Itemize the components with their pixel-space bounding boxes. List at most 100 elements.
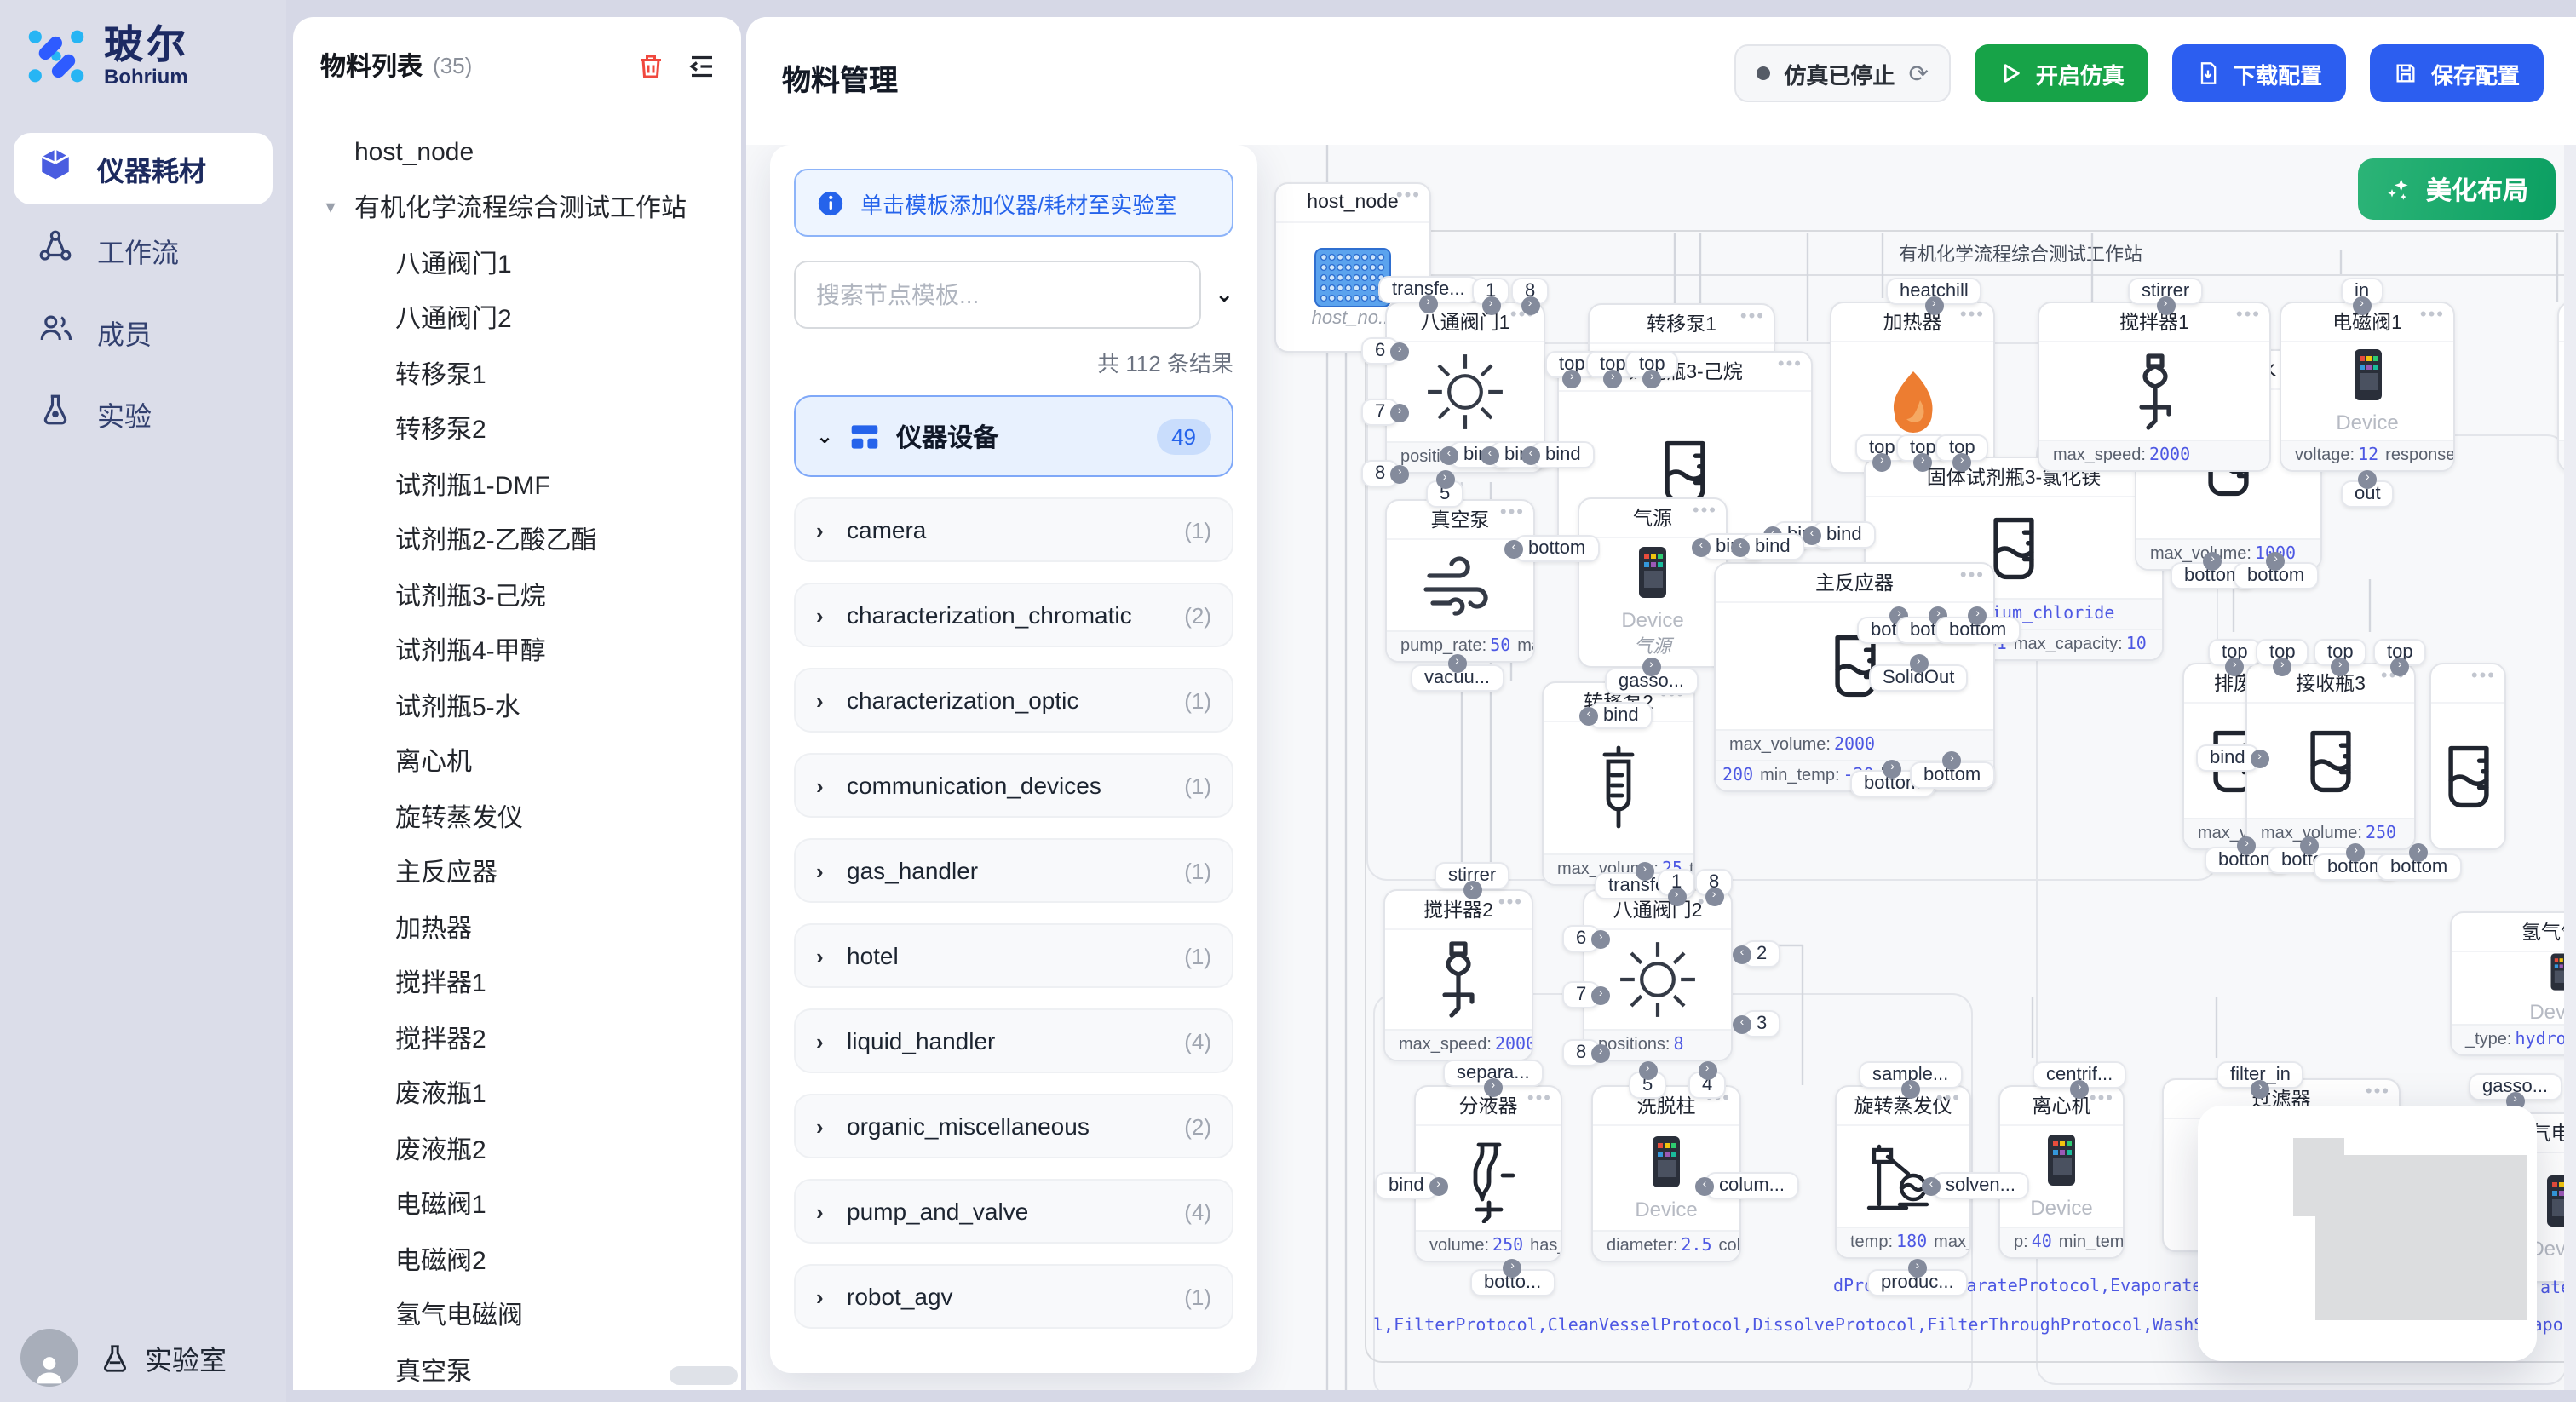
port-chip-8[interactable]: 8›	[1511, 278, 1549, 305]
sim-status-pill[interactable]: 仿真已停止 ⟳	[1734, 44, 1951, 102]
port-chip-bind[interactable]: bind‹	[1532, 441, 1595, 468]
tree-item-废液瓶2[interactable]: 废液瓶2	[293, 1121, 741, 1176]
port-handle-icon[interactable]: ›	[1698, 1061, 1716, 1080]
port-handle-icon[interactable]: ›	[1667, 888, 1686, 906]
port-chip-3[interactable]: 3‹	[1743, 1010, 1780, 1037]
port-handle-icon[interactable]: ›	[2267, 552, 2286, 571]
port-chip-8[interactable]: 8›	[1695, 869, 1733, 896]
port-handle-icon[interactable]: ‹	[1922, 1176, 1941, 1195]
port-chip-2[interactable]: 2‹	[1743, 940, 1780, 968]
port-chip-colum...[interactable]: colum...‹	[1705, 1172, 1798, 1199]
port-handle-icon[interactable]: ‹	[1579, 706, 1598, 725]
template-group-hotel[interactable]: ›hotel(1)	[794, 923, 1233, 988]
port-handle-icon[interactable]: ‹	[1695, 1176, 1714, 1195]
canvas-node-搅拌器1[interactable]: 搅拌器1•••max_speed:2000	[2038, 302, 2271, 472]
port-handle-icon[interactable]: ‹	[1692, 537, 1711, 556]
canvas-node-分液器[interactable]: 分液器•••volume:250has_phases:true	[1414, 1085, 1562, 1262]
tree-item-主反应器[interactable]: 主反应器	[293, 844, 741, 899]
port-handle-icon[interactable]: ‹	[1440, 445, 1458, 464]
materials-scrollbar-thumb[interactable]	[670, 1366, 738, 1385]
port-chip-bottom[interactable]: bottom‹	[1515, 535, 1599, 562]
port-handle-icon[interactable]: ›	[2204, 552, 2222, 571]
port-chip-top[interactable]: top›	[2314, 639, 2367, 666]
port-chip-bind[interactable]: bind›	[1375, 1172, 1438, 1199]
port-handle-icon[interactable]: ›	[1638, 1061, 1657, 1080]
port-chip-6[interactable]: 6›	[1562, 925, 1600, 952]
port-handle-icon[interactable]: ›	[2410, 843, 2429, 862]
tree-item-加热器[interactable]: 加热器	[293, 899, 741, 955]
template-group-characterization_chromatic[interactable]: ›characterization_chromatic(2)	[794, 583, 1233, 647]
port-handle-icon[interactable]: ›	[1636, 862, 1654, 881]
node-menu-icon[interactable]: •••	[1960, 305, 1985, 325]
template-group-characterization_optic[interactable]: ›characterization_optic(1)	[794, 668, 1233, 733]
port-chip-in[interactable]: in›	[2341, 278, 2383, 305]
node-menu-icon[interactable]: •••	[2090, 1089, 2114, 1109]
port-chip-top[interactable]: top›	[2256, 639, 2309, 666]
port-handle-icon[interactable]: ‹	[1731, 537, 1750, 556]
tree-item-旋转蒸发仪[interactable]: 旋转蒸发仪	[293, 789, 741, 844]
chevron-down-icon[interactable]: ▾	[313, 197, 348, 219]
port-chip-SolidOut[interactable]: SolidOut›	[1869, 664, 1968, 692]
template-group-robot_agv[interactable]: ›robot_agv(1)	[794, 1264, 1233, 1329]
port-handle-icon[interactable]: ›	[1901, 1080, 1920, 1099]
port-handle-icon[interactable]: ›	[1521, 296, 1539, 315]
tree-item-离心机[interactable]: 离心机	[293, 733, 741, 789]
port-handle-icon[interactable]: ›	[1969, 606, 1987, 625]
node-menu-icon[interactable]: •••	[1500, 503, 1525, 523]
port-chip-bind[interactable]: bind‹	[1741, 533, 1804, 560]
port-chip-8[interactable]: 8›	[1562, 1039, 1600, 1066]
node-menu-icon[interactable]: •••	[2366, 1082, 2390, 1102]
node-menu-icon[interactable]: •••	[1740, 307, 1765, 327]
port-handle-icon[interactable]: ›	[1642, 658, 1661, 676]
tree-item-搅拌器2[interactable]: 搅拌器2	[293, 1010, 741, 1066]
port-handle-icon[interactable]: ‹	[1481, 445, 1499, 464]
port-chip-out[interactable]: out›	[2341, 480, 2395, 508]
port-handle-icon[interactable]: ›	[1883, 760, 1902, 779]
port-handle-icon[interactable]: ›	[1484, 1078, 1503, 1097]
port-chip-centrif...[interactable]: centrif...›	[2033, 1061, 2126, 1089]
port-handle-icon[interactable]: ›	[2353, 296, 2372, 315]
node-menu-icon[interactable]: •••	[1527, 1089, 1552, 1109]
search-input[interactable]	[794, 261, 1201, 329]
port-chip-heatchill[interactable]: heatchill›	[1886, 278, 1982, 305]
start-simulation-button[interactable]: 开启仿真	[1975, 44, 2148, 102]
tree-item-八通阀门1[interactable]: 八通阀门1	[293, 235, 741, 290]
port-chip-bottom[interactable]: bottom›	[1935, 617, 2020, 644]
port-handle-icon[interactable]: ›	[1943, 751, 1962, 770]
port-chip-gasso...[interactable]: gasso...›	[1605, 668, 1698, 695]
sidebar-item-instruments[interactable]: 仪器耗材	[14, 133, 273, 204]
sidebar-item-experiments[interactable]: 实验	[14, 378, 273, 450]
port-chip-filter_in[interactable]: filter_in›	[2217, 1061, 2304, 1089]
port-chip-4[interactable]: 4›	[1688, 1072, 1726, 1099]
template-group-pump_and_valve[interactable]: ›pump_and_valve(4)	[794, 1179, 1233, 1244]
port-chip-1[interactable]: 1›	[1472, 278, 1509, 305]
port-handle-icon[interactable]: ›	[1429, 1176, 1448, 1195]
port-chip-vacuu...[interactable]: vacuu...›	[1411, 664, 1504, 692]
tree-item-氢气电磁阀[interactable]: 氢气电磁阀	[293, 1287, 741, 1342]
port-chip-6[interactable]: 6›	[1361, 337, 1399, 365]
port-chip-top[interactable]: top›	[2373, 639, 2427, 666]
collapse-all-chevron-icon[interactable]: ⌄	[1215, 281, 1233, 308]
port-handle-icon[interactable]: ›	[1909, 654, 1928, 673]
node-menu-icon[interactable]: •••	[1498, 893, 1523, 913]
port-handle-icon[interactable]: ‹	[1521, 445, 1540, 464]
port-handle-icon[interactable]: ›	[1463, 881, 1481, 899]
canvas-node-电磁阀1[interactable]: 电磁阀1•••Devicevoltage:12response_time:0.1	[2280, 302, 2455, 472]
tree-item-host_node[interactable]: host_node	[293, 124, 741, 180]
port-handle-icon[interactable]: ›	[2070, 1080, 2089, 1099]
collapse-list-icon[interactable]	[687, 50, 717, 81]
tree-item-试剂瓶3-己烷[interactable]: 试剂瓶3-己烷	[293, 567, 741, 623]
canvas-node-八通阀门2[interactable]: 八通阀门2•••positions:8	[1583, 889, 1733, 1061]
tree-item-电磁阀2[interactable]: 电磁阀2	[293, 1232, 741, 1287]
canvas-node-氢气气源[interactable]: 氢气气源•••Device_type:hydrogenmax_pre	[2450, 911, 2576, 1056]
port-handle-icon[interactable]: ‹	[1803, 526, 1821, 544]
tree-item-搅拌器1[interactable]: 搅拌器1	[293, 955, 741, 1010]
tree-item-试剂瓶1-DMF[interactable]: 试剂瓶1-DMF	[293, 457, 741, 512]
port-handle-icon[interactable]: ‹	[1733, 1014, 1751, 1033]
port-chip-transfe...[interactable]: transfe...›	[1378, 276, 1479, 303]
port-handle-icon[interactable]: ›	[2156, 296, 2175, 315]
template-group-organic_miscellaneous[interactable]: ›organic_miscellaneous(2)	[794, 1094, 1233, 1158]
tree-item-试剂瓶2-乙酸乙酯[interactable]: 试剂瓶2-乙酸乙酯	[293, 512, 741, 567]
category-instruments[interactable]: ⌄ 仪器设备 49	[794, 395, 1233, 477]
port-chip-stirrer[interactable]: stirrer›	[1435, 862, 1509, 889]
